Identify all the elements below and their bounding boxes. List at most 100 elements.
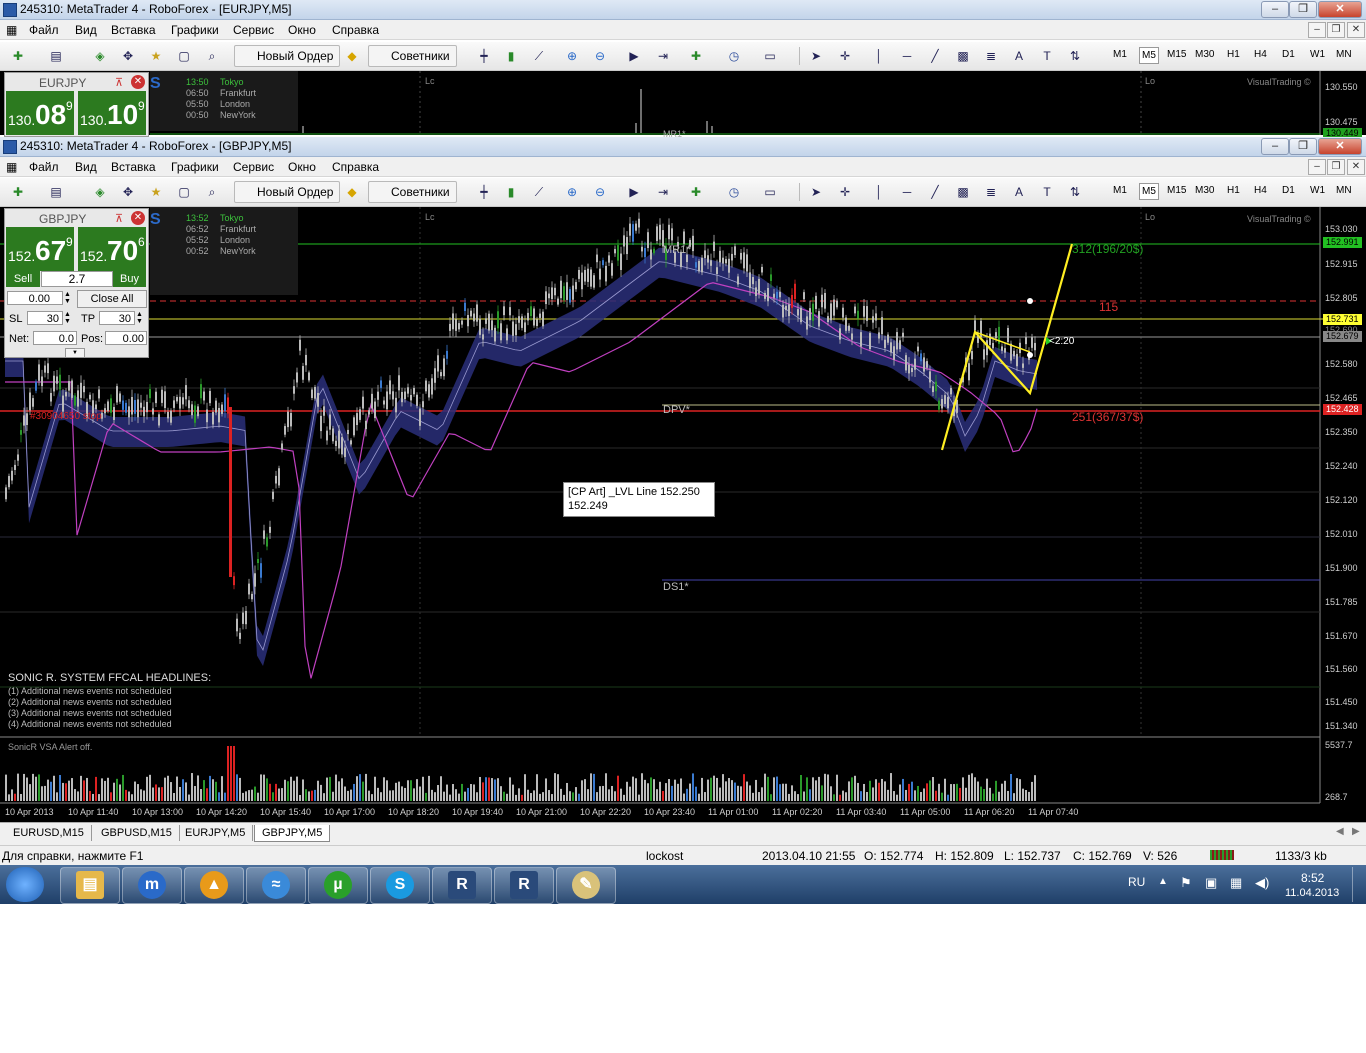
menu-charts[interactable]: Графики: [171, 160, 219, 174]
bar-chart-icon[interactable]: ┿: [476, 48, 492, 64]
close-panel-icon[interactable]: ✕: [131, 75, 145, 89]
taskbar-utorrent[interactable]: µ: [308, 867, 368, 904]
candlestick-icon[interactable]: ▮: [503, 48, 519, 64]
mdi-minimize-button[interactable]: –: [1308, 159, 1326, 175]
chart-shift-icon[interactable]: ⇥: [655, 184, 671, 200]
sell-button[interactable]: Sell: [6, 271, 40, 287]
pin-icon[interactable]: ⊼: [115, 76, 123, 89]
tf-d1[interactable]: D1: [1282, 49, 1295, 60]
zoom-in-icon[interactable]: ⊕: [564, 48, 580, 64]
tester-icon[interactable]: ⌕: [204, 48, 220, 64]
taskbar-skype[interactable]: S: [370, 867, 430, 904]
window1-titlebar[interactable]: 245310: MetaTrader 4 - RoboForex - [EURJ…: [0, 0, 1366, 20]
tf-m15[interactable]: M15: [1167, 49, 1186, 60]
autoscroll-icon[interactable]: ▶: [626, 184, 642, 200]
candlestick-icon[interactable]: ▮: [503, 184, 519, 200]
gbpjpy-chart[interactable]: Lc Lo VisualTrading © MR1* DPV* DS1* 312…: [0, 207, 1366, 822]
zoom-out-icon[interactable]: ⊖: [592, 184, 608, 200]
close-button[interactable]: ✕: [1318, 1, 1362, 18]
navigator-icon[interactable]: ★: [148, 48, 164, 64]
text-label-icon[interactable]: T: [1039, 184, 1055, 200]
tf-mn[interactable]: MN: [1336, 185, 1352, 196]
templates-icon[interactable]: ▭: [762, 48, 778, 64]
alert-icon[interactable]: ◆: [344, 184, 360, 200]
terminal-icon[interactable]: ▢: [176, 48, 192, 64]
window2-titlebar[interactable]: 245310: MetaTrader 4 - RoboForex - [GBPJ…: [0, 137, 1366, 157]
trendline-icon[interactable]: ╱: [927, 184, 943, 200]
zoom-out-icon[interactable]: ⊖: [592, 48, 608, 64]
clock-time[interactable]: 8:52: [1301, 871, 1324, 885]
taskbar-mt4-2[interactable]: R: [494, 867, 554, 904]
sl-input[interactable]: 30: [27, 311, 63, 325]
menu-charts[interactable]: Графики: [171, 23, 219, 37]
tf-m5[interactable]: M5: [1139, 47, 1159, 64]
indicators-icon[interactable]: ✚: [688, 184, 704, 200]
collapse-panel-icon[interactable]: ▼: [65, 348, 85, 358]
line-chart-icon[interactable]: ⟋: [531, 184, 547, 200]
menu-window[interactable]: Окно: [288, 23, 316, 37]
menu-view[interactable]: Вид: [75, 160, 97, 174]
taskbar-mt4-1[interactable]: R: [432, 867, 492, 904]
network-icon[interactable]: ▦: [1230, 875, 1242, 891]
sell-price-box[interactable]: 130. 08 9: [6, 91, 74, 135]
minimize-button[interactable]: –: [1261, 138, 1289, 155]
vertical-line-icon[interactable]: │: [871, 184, 887, 200]
channel-icon[interactable]: ▩: [955, 48, 971, 64]
tf-w1[interactable]: W1: [1310, 185, 1325, 196]
tab-gbpjpy-m5[interactable]: GBPJPY,M5: [254, 825, 331, 842]
maximize-button[interactable]: ❐: [1289, 138, 1317, 155]
indicators-icon[interactable]: ✚: [688, 48, 704, 64]
new-chart-icon[interactable]: ✚: [10, 48, 26, 64]
menu-file[interactable]: Файл: [29, 160, 59, 174]
new-chart-icon[interactable]: ✚: [10, 184, 26, 200]
taskbar-explorer[interactable]: ▤: [60, 867, 120, 904]
lot-stepper-icon[interactable]: ▲ ▼: [64, 291, 71, 305]
alert-icon[interactable]: ◆: [344, 48, 360, 64]
language-indicator[interactable]: RU: [1128, 875, 1145, 889]
maximize-button[interactable]: ❐: [1289, 1, 1317, 18]
tray-device-icon[interactable]: ▣: [1205, 875, 1217, 891]
horizontal-line-icon[interactable]: ─: [899, 48, 915, 64]
close-all-button[interactable]: Close All: [77, 290, 147, 308]
sl-stepper-icon[interactable]: ▲ ▼: [64, 311, 71, 325]
taskbar-app4[interactable]: ≈: [246, 867, 306, 904]
crosshair-icon[interactable]: ✛: [837, 184, 853, 200]
fibonacci-icon[interactable]: ≣: [983, 184, 999, 200]
menu-insert[interactable]: Вставка: [111, 23, 156, 37]
crosshair-icon[interactable]: ✛: [837, 48, 853, 64]
tf-m30[interactable]: M30: [1195, 185, 1214, 196]
profiles-icon[interactable]: ▤: [48, 184, 64, 200]
mdi-close-button[interactable]: ✕: [1347, 22, 1365, 38]
horizontal-line-icon[interactable]: ─: [899, 184, 915, 200]
menu-service[interactable]: Сервис: [233, 23, 274, 37]
tf-m1[interactable]: M1: [1113, 49, 1127, 60]
tf-m15[interactable]: M15: [1167, 185, 1186, 196]
tf-m30[interactable]: M30: [1195, 49, 1214, 60]
menu-service[interactable]: Сервис: [233, 160, 274, 174]
zoom-in-icon[interactable]: ⊕: [564, 184, 580, 200]
mdi-restore-button[interactable]: ❐: [1327, 22, 1345, 38]
taskbar-paint[interactable]: ✎: [556, 867, 616, 904]
buy-price-box[interactable]: 152. 70 6: [78, 227, 146, 271]
navigator-icon[interactable]: ★: [148, 184, 164, 200]
tp-stepper-icon[interactable]: ▲ ▼: [136, 311, 143, 325]
tray-expand-icon[interactable]: ▲: [1158, 876, 1168, 887]
taskbar-maxthon[interactable]: m: [122, 867, 182, 904]
eurjpy-chart[interactable]: S 13:50 Tokyo 06:50 Frankfurt 05:50 Lond…: [0, 71, 1366, 139]
volume-icon[interactable]: ◀): [1255, 875, 1269, 891]
arrows-icon[interactable]: ⇅: [1067, 48, 1083, 64]
fibonacci-icon[interactable]: ≣: [983, 48, 999, 64]
terminal-icon[interactable]: ▢: [176, 184, 192, 200]
menu-help[interactable]: Справка: [332, 23, 379, 37]
pin-icon[interactable]: ⊼: [115, 212, 123, 225]
tab-eurusd-m15[interactable]: EURUSD,M15: [6, 825, 92, 841]
chart-shift-icon[interactable]: ⇥: [655, 48, 671, 64]
text-label-icon[interactable]: T: [1039, 48, 1055, 64]
action-center-flag-icon[interactable]: ⚑: [1180, 875, 1192, 891]
menu-file[interactable]: Файл: [29, 23, 59, 37]
cursor-icon[interactable]: ➤: [808, 48, 824, 64]
vertical-line-icon[interactable]: │: [871, 48, 887, 64]
show-desktop-button[interactable]: [1352, 867, 1365, 902]
periods-icon[interactable]: ◷: [726, 184, 742, 200]
tf-w1[interactable]: W1: [1310, 49, 1325, 60]
